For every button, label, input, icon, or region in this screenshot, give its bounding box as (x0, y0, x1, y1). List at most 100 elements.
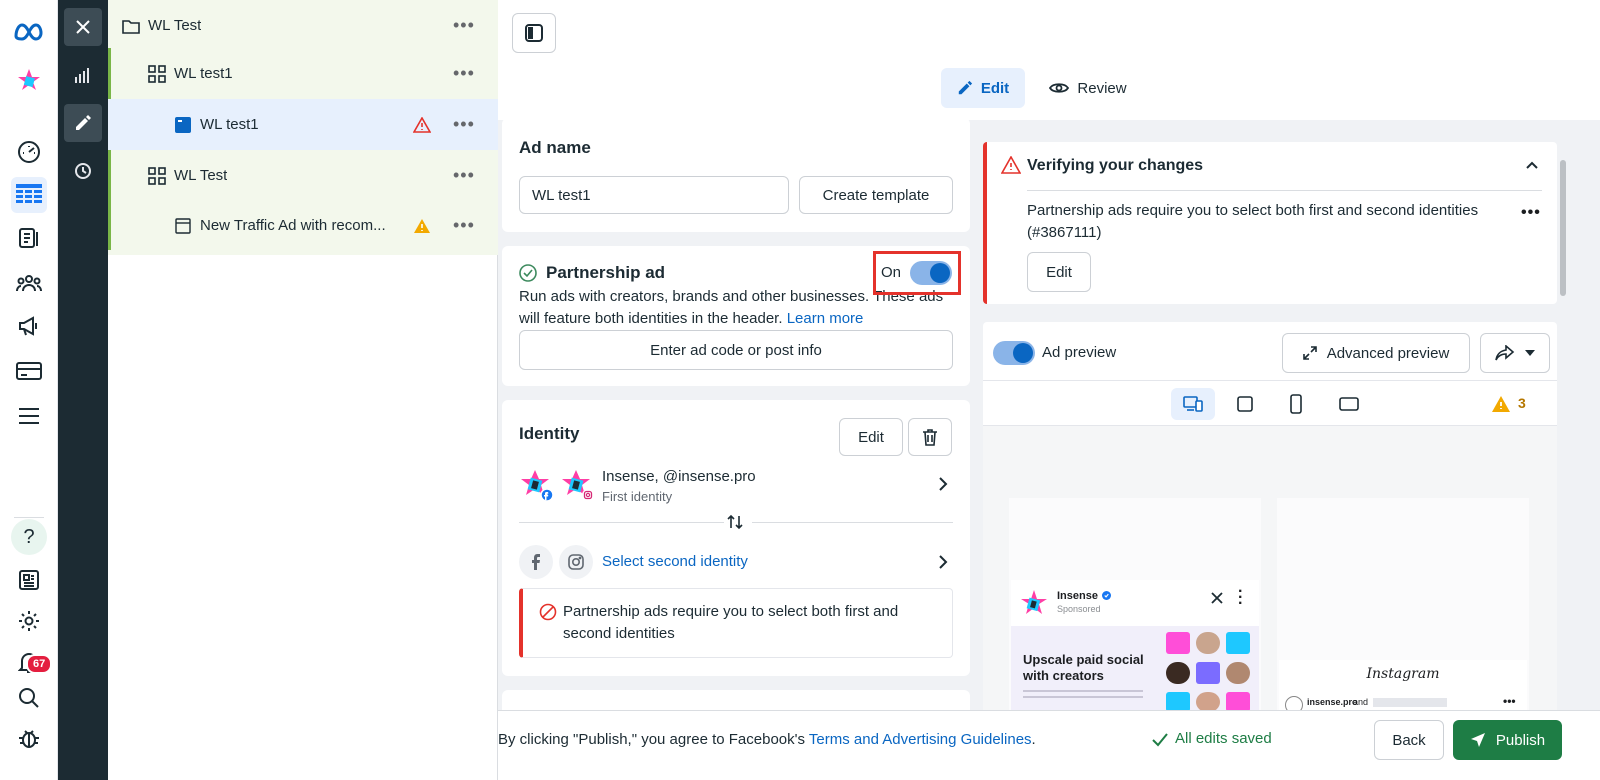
warning-count: 3 (1518, 395, 1526, 411)
more-options-icon[interactable]: ••• (453, 215, 475, 236)
chevron-right-icon[interactable] (938, 554, 948, 570)
ad-preview-card: Ad preview Advanced preview 3 Insense Sp… (983, 322, 1557, 714)
delete-trash-button[interactable] (908, 418, 952, 456)
check-circle-icon (519, 264, 537, 282)
share-dropdown-button[interactable] (1480, 333, 1550, 373)
identity-card: Identity Edit Insense, @insense.pro Firs… (502, 400, 970, 676)
verifying-heading: Verifying your changes (1027, 157, 1204, 174)
verified-badge-icon (1102, 591, 1111, 600)
error-circle-icon (539, 603, 557, 621)
terms-notice: By clicking "Publish," you agree to Face… (498, 729, 1036, 751)
more-options-icon[interactable]: ••• (1521, 204, 1541, 222)
more-options-icon[interactable]: ••• (453, 165, 475, 186)
toggle-panel-button[interactable] (512, 13, 556, 53)
chevron-up-icon[interactable] (1525, 160, 1539, 170)
identity-error-banner: Partnership ads require you to select bo… (519, 588, 953, 658)
more-options-icon[interactable]: ••• (453, 114, 475, 135)
publish-button[interactable]: Publish (1453, 720, 1562, 760)
search-icon[interactable] (11, 680, 47, 716)
more-options-icon[interactable]: ••• (453, 63, 475, 84)
tree-item-label: WL test1 (200, 116, 259, 133)
editor-mode-rail (58, 0, 108, 780)
divider-line (752, 522, 953, 523)
more-options-icon[interactable]: ••• (453, 15, 475, 36)
help-question-icon[interactable]: ? (11, 519, 47, 555)
all-tools-menu-icon[interactable] (11, 398, 47, 434)
publish-label: Publish (1495, 731, 1546, 749)
ad-name-card: Ad name WL test1 Create template (502, 118, 970, 232)
bar-chart-icon[interactable] (64, 56, 102, 94)
billing-card-icon[interactable] (11, 353, 47, 389)
partnership-heading: Partnership ad (546, 263, 666, 282)
fb-post-brand: Insense (1057, 590, 1098, 602)
dashboard-gauge-icon[interactable] (11, 134, 47, 170)
scrollbar-thumb[interactable] (1560, 160, 1566, 296)
tree-item-label: New Traffic Ad with recom... (200, 217, 386, 234)
editor-header: Edit Review (498, 0, 1600, 120)
edit-pencil-icon[interactable] (64, 104, 102, 142)
campaign-megaphone-icon[interactable] (11, 308, 47, 344)
audiences-people-icon[interactable] (11, 265, 47, 301)
tab-review[interactable]: Review (1041, 68, 1135, 108)
ad-name-input[interactable]: WL test1 (519, 176, 789, 214)
close-icon[interactable] (64, 8, 102, 46)
settings-gear-icon[interactable] (11, 603, 47, 639)
folder-icon (122, 18, 140, 34)
news-feed-icon[interactable] (11, 562, 47, 598)
device-landscape-button[interactable] (1339, 397, 1359, 411)
ig-post-and: and (1353, 697, 1369, 707)
learn-more-link[interactable]: Learn more (787, 310, 864, 327)
ad-editor-main: Edit Review Ad name WL test1 Create temp… (498, 0, 1600, 780)
chevron-right-icon[interactable] (938, 476, 948, 492)
pages-stack-icon[interactable] (11, 220, 47, 256)
tab-edit[interactable]: Edit (941, 68, 1025, 108)
tree-item-label: WL Test (148, 17, 202, 34)
tree-item-ad-selected[interactable]: WL test1 ••• (108, 99, 498, 150)
create-template-button[interactable]: Create template (799, 176, 953, 214)
meta-logo-icon[interactable] (11, 14, 47, 50)
ig-wordmark: Instagram (1366, 666, 1440, 682)
device-desktop-mobile-button[interactable] (1171, 388, 1215, 420)
tree-item-adset[interactable]: WL Test ••• (108, 150, 498, 201)
ad-preview-toggle[interactable] (993, 341, 1035, 365)
verifying-edit-button[interactable]: Edit (1027, 252, 1091, 292)
insense-logo-icon (1019, 588, 1049, 618)
fb-post-headline: Upscale paid social with creators (1023, 652, 1144, 683)
device-square-button[interactable] (1237, 396, 1253, 412)
advanced-preview-label: Advanced preview (1326, 344, 1450, 362)
tree-item-adset[interactable]: WL test1 ••• (108, 48, 498, 99)
check-icon (1152, 733, 1168, 747)
fb-post-body-line (1023, 690, 1143, 692)
share-arrow-icon (1495, 345, 1515, 361)
business-avatar-icon[interactable] (11, 62, 47, 98)
ad-icon (175, 116, 191, 133)
first-identity-caption: First identity (602, 489, 673, 504)
tree-item-campaign[interactable]: WL Test ••• (108, 0, 498, 51)
adset-grid-icon (148, 64, 166, 83)
terms-link[interactable]: Terms and Advertising Guidelines (809, 731, 1032, 748)
ig-post: Instagram insense.pro and ••• (1279, 660, 1527, 714)
identity-edit-button[interactable]: Edit (839, 418, 903, 456)
history-clock-icon[interactable] (64, 152, 102, 190)
report-bug-icon[interactable] (11, 720, 47, 756)
campaign-tree-panel: WL Test ••• WL test1 ••• WL test1 ••• WL… (108, 0, 498, 780)
enter-ad-code-button[interactable]: Enter ad code or post info (519, 330, 953, 370)
vertical-more-icon: · · · (1238, 583, 1244, 612)
advanced-preview-button[interactable]: Advanced preview (1282, 333, 1470, 373)
tree-item-ad[interactable]: New Traffic Ad with recom... ••• (108, 200, 498, 251)
ad-name-heading: Ad name (519, 138, 591, 157)
device-phone-button[interactable] (1290, 394, 1302, 414)
select-second-identity-link[interactable]: Select second identity (602, 551, 748, 573)
fb-post: Insense Sponsored · · · Upscale paid socia… (1011, 580, 1259, 712)
ads-manager-table-icon[interactable] (11, 177, 47, 213)
fb-post-body-line (1023, 696, 1143, 698)
terms-prefix: By clicking "Publish," you agree to Face… (498, 731, 806, 748)
back-button[interactable]: Back (1374, 720, 1444, 760)
swap-identities-icon[interactable] (726, 514, 744, 530)
fb-post-creative: Upscale paid social with creators (1011, 626, 1259, 712)
ad-preview-label: Ad preview (1042, 344, 1117, 361)
identity-error-text: Partnership ads require you to select bo… (563, 603, 899, 642)
warning-icon[interactable] (1491, 395, 1511, 413)
notifications-badge: 67 (26, 654, 53, 674)
terms-suffix: . (1031, 731, 1036, 748)
